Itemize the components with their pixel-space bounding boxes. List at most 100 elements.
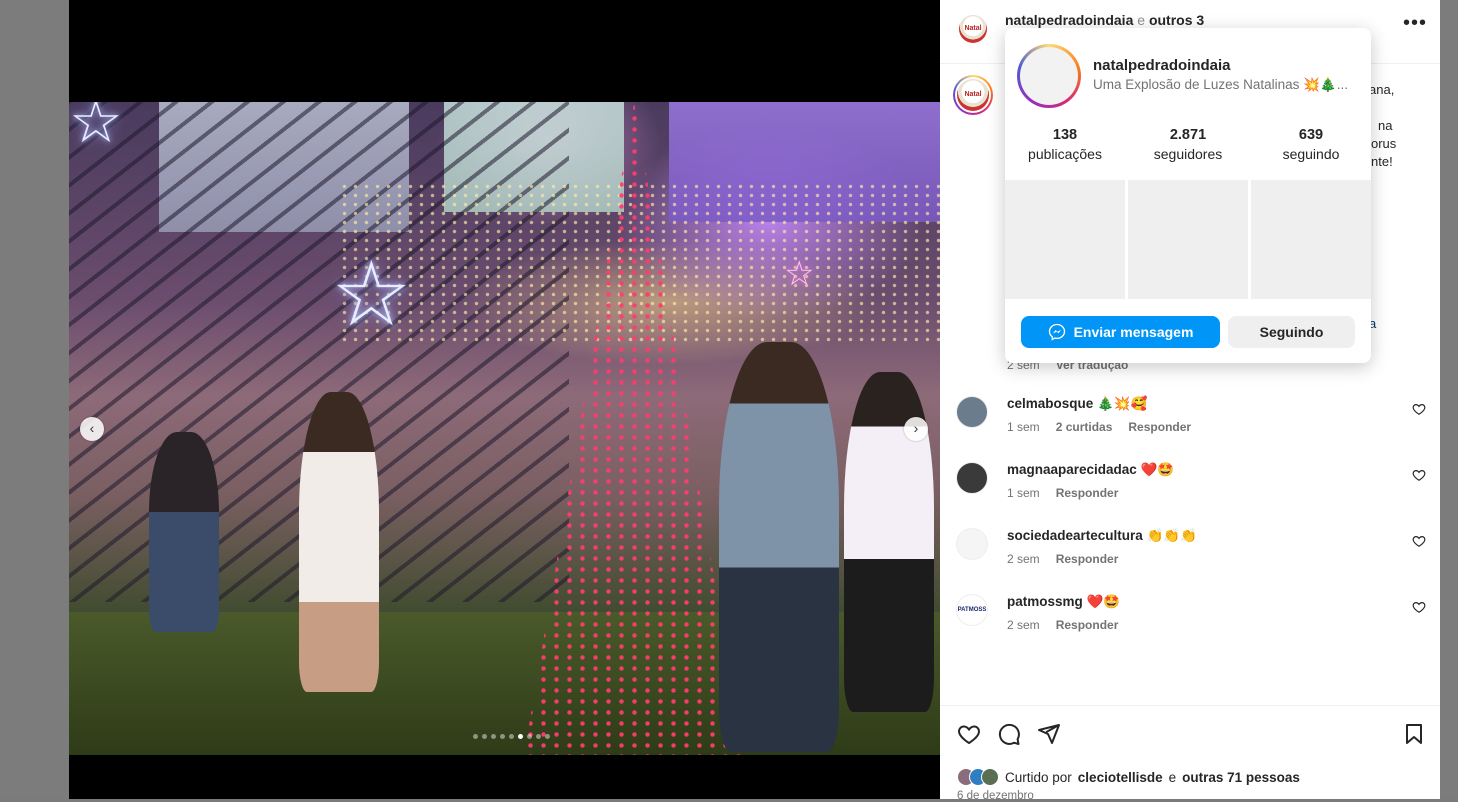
comment-row: PATMOSS patmossmg ❤️🤩 2 sem Responder xyxy=(940,592,1440,652)
carousel-dot xyxy=(518,734,523,739)
grid-thumbnail[interactable] xyxy=(1251,180,1371,299)
post-authors: natalpedradoindaia e outros 3 xyxy=(1005,12,1204,28)
comment-time: 2 sem xyxy=(1007,618,1040,632)
stat-followers: 2.871 seguidores xyxy=(1128,127,1248,162)
comment-text: ❤️🤩 xyxy=(1140,462,1175,477)
comment-time: 1 sem xyxy=(1007,486,1040,500)
child-figure xyxy=(149,432,219,632)
comment-like-heart-icon[interactable] xyxy=(1412,402,1426,416)
stat-posts: 138 publicações xyxy=(1005,127,1125,162)
comment-meta: 2 sem Responder xyxy=(1007,618,1118,632)
caption-fragment: orus xyxy=(1371,136,1397,151)
commenter-avatar[interactable] xyxy=(956,396,988,428)
likes-others[interactable]: outras 71 pessoas xyxy=(1182,770,1300,785)
post-media: ☆ ☆ ☆ ‹ › xyxy=(69,0,940,799)
star-light-icon: ☆ xyxy=(331,245,412,345)
comment-meta: 1 sem Responder xyxy=(1007,486,1118,500)
stat-label: publicações xyxy=(1028,146,1102,162)
comment-row: celmabosque 🎄💥🥰 1 sem 2 curtidas Respond… xyxy=(940,394,1440,454)
commenter-username[interactable]: celmabosque xyxy=(1007,396,1093,411)
comment-time: 1 sem xyxy=(1007,420,1040,434)
post-actions: Curtido por cleciotellisde e outras 71 p… xyxy=(940,705,1440,802)
child-figure xyxy=(299,392,379,692)
like-heart-icon[interactable] xyxy=(957,722,981,746)
commenter-username[interactable]: sociedadeartecultura xyxy=(1007,528,1143,543)
carousel-dot xyxy=(482,734,487,739)
stat-value: 639 xyxy=(1298,127,1324,143)
comment-text: 👏👏👏 xyxy=(1146,528,1198,543)
right-gutter xyxy=(1440,0,1458,799)
more-options-icon[interactable]: ••• xyxy=(1403,12,1427,35)
next-arrow-icon[interactable]: › xyxy=(904,417,928,441)
reply-link[interactable]: Responder xyxy=(1056,486,1119,500)
commenter-username[interactable]: magnaaparecidadac xyxy=(1007,462,1137,477)
hover-card-username[interactable]: natalpedradoindaia xyxy=(1093,57,1231,74)
comment-meta: 1 sem 2 curtidas Responder xyxy=(1007,420,1191,434)
likes-summary: Curtido por cleciotellisde e outras 71 p… xyxy=(957,768,1300,786)
likes-prefix: Curtido por xyxy=(1005,769,1072,785)
liker-avatars xyxy=(957,768,999,786)
grid-thumbnail[interactable] xyxy=(1005,180,1125,299)
bookmark-icon[interactable] xyxy=(1402,722,1426,746)
comment-like-heart-icon[interactable] xyxy=(1412,600,1426,614)
send-message-label: Enviar mensagem xyxy=(1073,324,1194,340)
comment-likes[interactable]: 2 curtidas xyxy=(1056,420,1113,434)
stat-following: 639 seguindo xyxy=(1251,127,1371,162)
messenger-icon xyxy=(1048,323,1065,341)
reply-link[interactable]: Responder xyxy=(1056,618,1119,632)
comment-content: magnaaparecidadac ❤️🤩 xyxy=(1007,462,1174,478)
left-gutter xyxy=(0,0,69,799)
liker-username[interactable]: cleciotellisde xyxy=(1078,770,1163,785)
hover-card-bio: Uma Explosão de Luzes Natalinas 💥🎄... xyxy=(1093,77,1348,92)
carousel-dots xyxy=(473,734,550,739)
commenter-avatar[interactable] xyxy=(956,462,988,494)
commenter-username[interactable]: patmossmg xyxy=(1007,594,1083,609)
carousel-dot xyxy=(509,734,514,739)
liker-avatar xyxy=(981,768,999,786)
caption-fragment: nte! xyxy=(1371,154,1393,169)
author-avatar[interactable]: Natal xyxy=(956,12,990,46)
likes-joiner: e xyxy=(1168,769,1177,785)
comment-like-heart-icon[interactable] xyxy=(1412,534,1426,548)
post-photo[interactable]: ☆ ☆ ☆ xyxy=(69,102,940,755)
comment-content: celmabosque 🎄💥🥰 xyxy=(1007,396,1147,412)
comment-content: patmossmg ❤️🤩 xyxy=(1007,594,1120,610)
reply-link[interactable]: Responder xyxy=(1128,420,1191,434)
carousel-dot xyxy=(491,734,496,739)
comment-like-heart-icon[interactable] xyxy=(1412,468,1426,482)
comment-text: 🎄💥🥰 xyxy=(1097,396,1148,411)
comment-time: 2 sem xyxy=(1007,552,1040,566)
caption-fragment: ana, xyxy=(1369,82,1395,97)
previous-arrow-icon[interactable]: ‹ xyxy=(80,417,104,441)
carousel-dot xyxy=(500,734,505,739)
post-date: 6 de dezembro xyxy=(957,790,1034,802)
comment-icon[interactable] xyxy=(997,722,1021,746)
patmoss-logo: PATMOSS xyxy=(958,597,986,623)
share-icon[interactable] xyxy=(1037,722,1061,746)
star-light-icon: ☆ xyxy=(69,102,123,155)
carousel-dot xyxy=(527,734,532,739)
stat-label: seguidores xyxy=(1153,146,1223,162)
stat-label: seguindo xyxy=(1282,146,1340,162)
send-message-button[interactable]: Enviar mensagem xyxy=(1021,316,1220,348)
caption-fragment: na xyxy=(1378,118,1393,133)
comment-row: magnaaparecidadac ❤️🤩 1 sem Responder xyxy=(940,460,1440,520)
natal-logo: Natal xyxy=(959,15,987,43)
caption-avatar[interactable]: Natal xyxy=(953,75,993,115)
commenter-avatar[interactable]: PATMOSS xyxy=(956,594,988,626)
authors-others[interactable]: outros 3 xyxy=(1149,12,1204,28)
comment-text: ❤️🤩 xyxy=(1086,594,1121,609)
author-username[interactable]: natalpedradoindaia xyxy=(1005,12,1133,28)
following-label: Seguindo xyxy=(1259,324,1324,340)
grid-thumbnail[interactable] xyxy=(1128,180,1248,299)
stat-value: 138 xyxy=(1052,127,1078,143)
comment-row: sociedadeartecultura 👏👏👏 2 sem Responder xyxy=(940,526,1440,586)
natal-logo: Natal xyxy=(957,79,989,111)
following-button[interactable]: Seguindo xyxy=(1228,316,1355,348)
commenter-avatar[interactable] xyxy=(956,528,988,560)
carousel-dot xyxy=(545,734,550,739)
reply-link[interactable]: Responder xyxy=(1056,552,1119,566)
hover-card-avatar-inner xyxy=(1020,47,1078,105)
hover-card-avatar[interactable] xyxy=(1017,44,1081,108)
profile-hover-card: natalpedradoindaia Uma Explosão de Luzes… xyxy=(1005,28,1371,363)
